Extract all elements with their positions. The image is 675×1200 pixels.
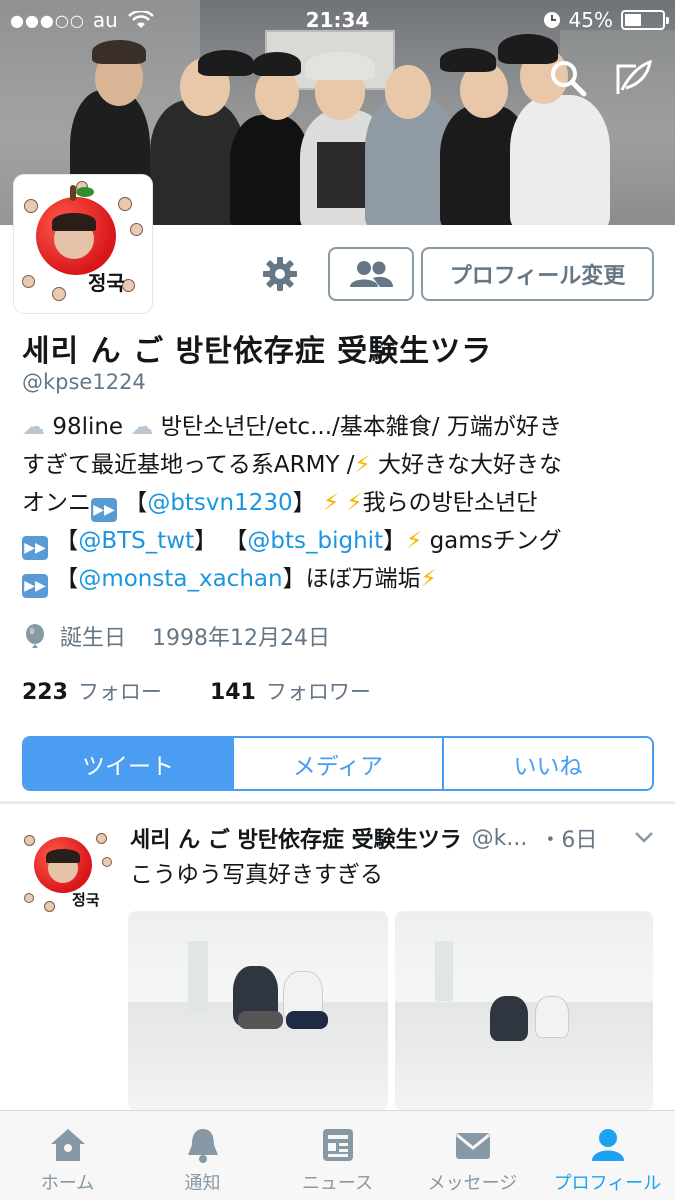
following-stat[interactable]: 223 フォロー	[22, 676, 162, 706]
profile-display-name: 세리 ん ご 방탄依存症 受験生ツラ	[22, 334, 493, 369]
tweet-timestamp: ・6日	[539, 828, 598, 853]
mention-link[interactable]: @BTS_twt	[78, 528, 194, 554]
tab-label: ニュース	[301, 1173, 374, 1194]
bio-line: ▶▶ 【@monsta_xachan】ほぼ万端垢⚡	[22, 560, 662, 598]
home-icon	[50, 1129, 85, 1161]
following-count: 223	[22, 680, 68, 705]
cloud-emoji-icon: ☁	[22, 414, 45, 440]
compose-tweet-icon[interactable]	[614, 58, 654, 98]
section-divider	[0, 801, 675, 804]
mention-link[interactable]: @btsvn1230	[147, 490, 292, 516]
tab-likes[interactable]: いいね	[444, 738, 652, 789]
followers-label: フォロワー	[265, 680, 371, 704]
balloon-icon	[26, 624, 44, 648]
tab-label: プロフィール	[553, 1173, 662, 1194]
bio-text: 我らの방탄소년단	[362, 490, 538, 516]
bio-text: 방탄소년단/etc.../基本雑食/ 万端が好き	[160, 414, 562, 440]
tweet-author-handle[interactable]: @k...	[472, 826, 528, 851]
mention-link[interactable]: @monsta_xachan	[78, 566, 282, 592]
tweet-header: 세리 ん ご 방탄依存症 受験生ツラ @k... ・6日	[130, 822, 660, 854]
profile-avatar[interactable]: 정국	[14, 175, 152, 313]
tweet-avatar[interactable]: 정국	[20, 823, 116, 919]
bio-line: ▶▶ 【@BTS_twt】 【@bts_bighit】⚡ gamsチング	[22, 522, 662, 560]
bio-text: オンニ	[22, 490, 91, 516]
chevron-down-icon[interactable]	[633, 826, 655, 848]
tweet-media-photo[interactable]	[395, 911, 653, 1111]
cloud-emoji-icon: ☁	[130, 414, 154, 440]
battery-fill	[625, 14, 642, 26]
envelope-icon	[455, 1133, 490, 1159]
lightning-emoji-icon: ⚡	[406, 528, 423, 554]
bio-text: ほぼ万端垢	[305, 566, 421, 592]
birthday-row: 誕生日 1998年12月24日	[22, 620, 330, 652]
bio-text: すぎて最近基地ってる系ARMY /	[22, 452, 355, 478]
follow-stats: 223 フォロー 141 フォロワー	[22, 676, 371, 706]
tab-label: 通知	[184, 1173, 221, 1194]
tab-tweets[interactable]: ツイート	[24, 738, 234, 789]
person-icon	[591, 1129, 624, 1161]
fast-forward-emoji-icon: ▶▶	[22, 574, 48, 598]
edit-profile-button[interactable]: プロフィール変更	[421, 247, 654, 301]
fast-forward-emoji-icon: ▶▶	[22, 536, 48, 560]
bottom-tab-bar: ホーム 通知 ニュース メッセージ プロフィール	[0, 1110, 675, 1200]
status-bar: ●●●○○ au 21:34 45%	[0, 0, 675, 40]
tweet-author-name[interactable]: 세리 ん ご 방탄依存症 受験生ツラ	[130, 822, 462, 854]
bell-icon	[187, 1129, 218, 1163]
lightning-emoji-icon: ⚡	[322, 490, 340, 516]
people-icon	[350, 261, 393, 287]
settings-gear-icon[interactable]	[262, 256, 298, 292]
tab-notifications[interactable]: 通知	[135, 1111, 270, 1200]
bio-text: 98line	[52, 414, 124, 440]
battery-icon	[621, 10, 669, 30]
bio-line: すぎて最近基地ってる系ARMY /⚡ 大好きな大好きな	[22, 446, 662, 484]
lightning-emoji-icon: ⚡	[354, 452, 371, 478]
bio-text: 大好きな大好きな	[378, 452, 562, 478]
followers-stat[interactable]: 141 フォロワー	[210, 676, 371, 706]
tab-messages[interactable]: メッセージ	[405, 1111, 540, 1200]
tab-label: ホーム	[40, 1173, 95, 1194]
bio-text: gamsチング	[429, 528, 562, 554]
following-label: フォロー	[77, 680, 162, 704]
tweet-avatar-caption: 정국	[72, 891, 100, 909]
lists-button[interactable]	[328, 247, 414, 301]
tab-label: メッセージ	[427, 1173, 518, 1194]
tweet-text: こうゆう写真好きすぎる	[130, 862, 383, 888]
tab-media[interactable]: メディア	[234, 738, 444, 789]
tweet-media-photo[interactable]	[128, 911, 388, 1111]
profile-handle: @kpse1224	[22, 370, 146, 394]
lightning-emoji-icon: ⚡	[420, 566, 437, 592]
followers-count: 141	[209, 680, 256, 705]
news-icon	[322, 1129, 353, 1161]
search-icon[interactable]	[548, 58, 588, 98]
tab-home[interactable]: ホーム	[0, 1111, 135, 1200]
bio-line: ☁ 98line ☁ 방탄소년단/etc.../基本雑食/ 万端が好き	[22, 408, 662, 446]
tab-profile[interactable]: プロフィール	[540, 1111, 675, 1200]
bio-line: オンニ ▶▶ 【@btsvn1230】 ⚡ ⚡我らの방탄소년단	[22, 484, 662, 522]
mention-link[interactable]: @bts_bighit	[247, 528, 383, 554]
avatar-caption: 정국	[88, 271, 125, 295]
birthday-value: 1998年12月24日	[152, 626, 330, 651]
clock: 21:34	[305, 8, 370, 32]
tab-news[interactable]: ニュース	[270, 1111, 405, 1200]
birthday-label: 誕生日	[60, 626, 127, 651]
profile-bio: ☁ 98line ☁ 방탄소년단/etc.../基本雑食/ 万端が好き すぎて最…	[22, 408, 662, 598]
fast-forward-emoji-icon: ▶▶	[91, 498, 117, 522]
lightning-emoji-icon: ⚡	[346, 490, 363, 516]
profile-tabs: ツイート メディア いいね	[22, 736, 654, 791]
